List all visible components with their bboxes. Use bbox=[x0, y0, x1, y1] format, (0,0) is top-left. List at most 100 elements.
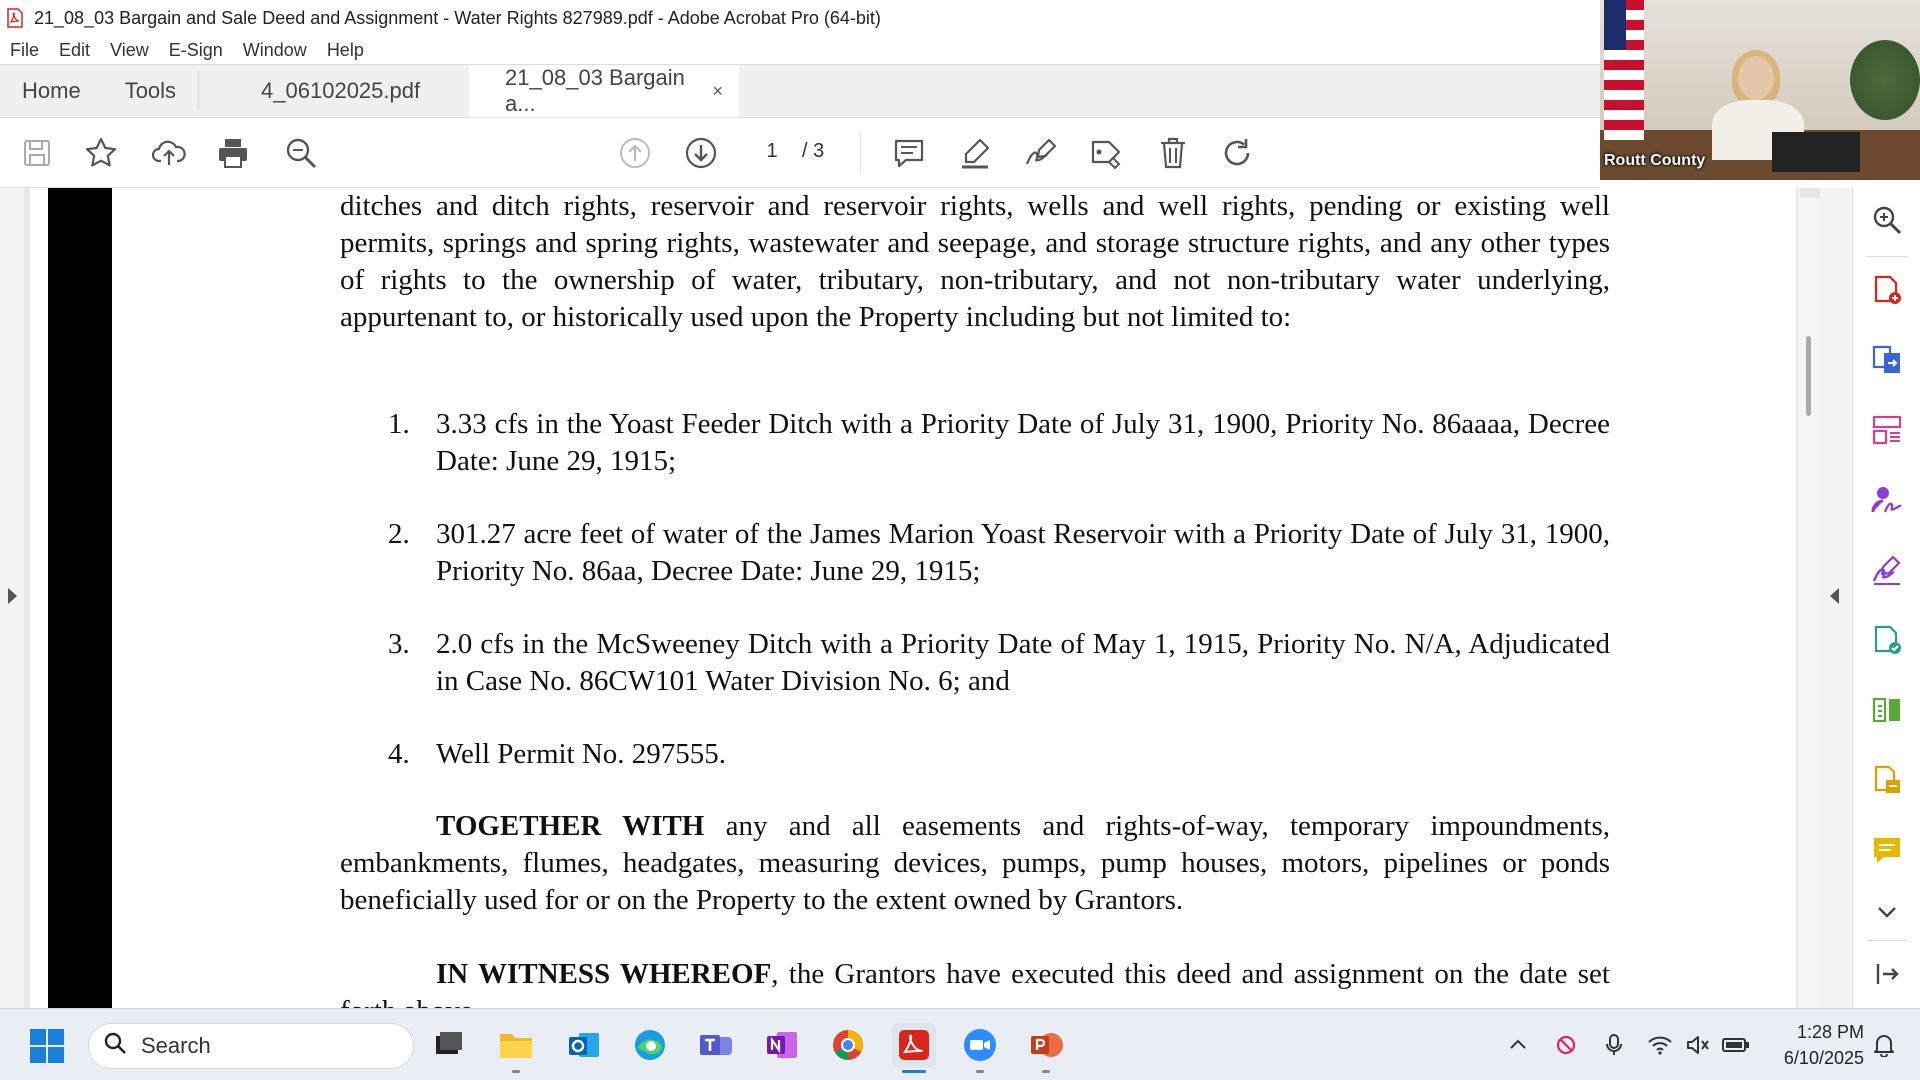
acrobat-window: 21_08_03 Bargain and Sale Deed and Assig… bbox=[0, 0, 1920, 1080]
battery-icon[interactable] bbox=[1722, 1031, 1750, 1059]
person-head bbox=[1738, 56, 1774, 100]
comment-tool-icon[interactable] bbox=[1869, 832, 1905, 868]
flag-union bbox=[1604, 0, 1626, 50]
highlight-pen-icon[interactable] bbox=[956, 134, 994, 172]
previous-page-icon[interactable] bbox=[616, 134, 654, 172]
video-label: Routt County bbox=[1604, 152, 1706, 169]
list-item-number: 2. bbox=[388, 518, 410, 550]
tools-pane bbox=[1852, 188, 1920, 1008]
tools-divider bbox=[1867, 256, 1907, 257]
menu-window[interactable]: Window bbox=[243, 40, 307, 61]
search-icon bbox=[103, 1031, 127, 1061]
redo-rotate-icon[interactable] bbox=[1218, 134, 1256, 172]
list-item-text: 3.33 cfs in the Yoast Feeder Ditch with … bbox=[436, 408, 1610, 477]
show-hidden-icons-chevron-icon[interactable] bbox=[1504, 1031, 1532, 1059]
fill-and-sign-icon[interactable] bbox=[1869, 552, 1905, 588]
chrome-browser-icon[interactable] bbox=[826, 1023, 870, 1067]
notification-icon[interactable] bbox=[1870, 1031, 1898, 1059]
menu-file[interactable]: File bbox=[10, 40, 39, 61]
star-bookmark-icon[interactable] bbox=[82, 134, 120, 172]
trash-icon[interactable] bbox=[1154, 134, 1192, 172]
system-clock[interactable]: 1:28 PM 6/10/2025 bbox=[1768, 1019, 1864, 1071]
video-feed: Routt County bbox=[1600, 0, 1920, 180]
taskview-app-icon[interactable] bbox=[426, 1023, 470, 1067]
powerpoint-icon[interactable] bbox=[1024, 1023, 1068, 1073]
export-pdf-icon[interactable] bbox=[1869, 342, 1905, 378]
menu-help[interactable]: Help bbox=[327, 40, 364, 61]
app-running-indicator bbox=[976, 1070, 984, 1073]
paragraph-witness: IN WITNESS WHEREOF, the Grantors have ex… bbox=[340, 956, 1610, 1008]
edit-pdf-icon[interactable] bbox=[1869, 622, 1905, 658]
app-running-indicator bbox=[1042, 1070, 1050, 1073]
volume-muted-icon[interactable] bbox=[1684, 1031, 1712, 1059]
tools-divider bbox=[1867, 940, 1907, 941]
expand-left-arrow-icon bbox=[8, 588, 17, 604]
together-with-heading: TOGETHER WITH bbox=[436, 810, 705, 842]
acrobat-app-icon[interactable] bbox=[892, 1023, 936, 1073]
clock-date: 6/10/2025 bbox=[1783, 1048, 1864, 1068]
menu-esign[interactable]: E-Sign bbox=[169, 40, 223, 61]
request-signature-icon[interactable] bbox=[1869, 482, 1905, 518]
security-alert-icon[interactable] bbox=[1552, 1031, 1580, 1059]
taskbar-search[interactable]: Search bbox=[88, 1023, 414, 1069]
menu-edit[interactable]: Edit bbox=[59, 40, 90, 61]
next-page-icon[interactable] bbox=[682, 134, 720, 172]
stamp-tag-icon[interactable] bbox=[1088, 134, 1126, 172]
tab-document-2-label: 21_08_03 Bargain a... bbox=[505, 65, 685, 116]
outlook-icon[interactable] bbox=[562, 1023, 606, 1067]
menu-view[interactable]: View bbox=[110, 40, 149, 61]
save-icon[interactable] bbox=[18, 134, 56, 172]
zoom-app-icon[interactable] bbox=[958, 1023, 1002, 1073]
cloud-upload-icon[interactable] bbox=[150, 134, 188, 172]
list-item-text: Well Permit No. 297555. bbox=[436, 738, 727, 770]
microphone-icon[interactable] bbox=[1600, 1031, 1628, 1059]
more-tools-chevron-icon[interactable] bbox=[1869, 894, 1905, 930]
onenote-icon[interactable] bbox=[760, 1023, 804, 1067]
windows-start-icon[interactable] bbox=[30, 1029, 64, 1063]
tab-document-1-label: 4_06102025.pdf bbox=[261, 78, 421, 103]
toolbar-divider bbox=[860, 132, 861, 174]
teams-icon[interactable] bbox=[694, 1023, 738, 1067]
tab-bar: Home Tools 4_06102025.pdf 21_08_03 Barga… bbox=[0, 64, 1600, 118]
list-item-text: 301.27 acre feet of water of the James M… bbox=[436, 518, 1610, 587]
paragraph-intro: ditches and ditch rights, reservoir and … bbox=[340, 190, 1610, 333]
vertical-scrollbar[interactable] bbox=[1798, 188, 1820, 1008]
file-explorer-icon[interactable] bbox=[494, 1023, 538, 1073]
wifi-icon[interactable] bbox=[1646, 1031, 1674, 1059]
combine-files-icon[interactable] bbox=[1869, 762, 1905, 798]
close-tab-icon[interactable]: × bbox=[713, 81, 724, 102]
create-pdf-icon[interactable] bbox=[1869, 272, 1905, 308]
witness-heading: IN WITNESS WHEREOF bbox=[436, 958, 772, 990]
print-icon[interactable] bbox=[214, 134, 252, 172]
plant-image bbox=[1850, 40, 1920, 120]
tab-tools[interactable]: Tools bbox=[103, 65, 198, 117]
tab-home[interactable]: Home bbox=[0, 65, 103, 117]
paragraph-together-with: TOGETHER WITH any and all easements and … bbox=[340, 808, 1610, 919]
search-label: Search bbox=[141, 1033, 211, 1058]
toolbar: 1 / 3 bbox=[0, 118, 1600, 188]
redaction-bar bbox=[48, 188, 112, 1008]
tab-document-2[interactable]: 21_08_03 Bargain a... × bbox=[469, 65, 740, 117]
pdf-page: ditches and ditch rights, reservoir and … bbox=[30, 188, 1796, 1008]
left-panel-toggle[interactable] bbox=[0, 188, 26, 1008]
zoom-in-icon[interactable] bbox=[1869, 202, 1905, 238]
sign-pen-icon[interactable] bbox=[1022, 134, 1060, 172]
title-bar: 21_08_03 Bargain and Sale Deed and Assig… bbox=[0, 0, 1600, 36]
menu-bar: File Edit View E-Sign Window Help bbox=[0, 36, 1600, 64]
list-item-number: 3. bbox=[388, 628, 410, 660]
organize-pages-icon[interactable] bbox=[1869, 412, 1905, 448]
comment-icon[interactable] bbox=[890, 134, 928, 172]
tab-document-1[interactable]: 4_06102025.pdf bbox=[199, 65, 469, 117]
zoom-search-icon[interactable] bbox=[282, 134, 320, 172]
edge-browser-icon[interactable] bbox=[628, 1023, 672, 1067]
pdf-file-icon bbox=[6, 7, 24, 29]
compare-files-icon[interactable] bbox=[1869, 692, 1905, 728]
collapse-pane-icon[interactable] bbox=[1869, 956, 1905, 992]
scrollbar-thumb[interactable] bbox=[1806, 336, 1811, 416]
right-panel-toggle[interactable] bbox=[1820, 188, 1852, 1008]
page-number-input[interactable]: 1 bbox=[752, 140, 792, 163]
collapse-right-arrow-icon bbox=[1830, 588, 1839, 604]
clock-time: 1:28 PM bbox=[1796, 1022, 1864, 1042]
list-item-number: 1. bbox=[388, 408, 410, 440]
list-item-text: 2.0 cfs in the McSweeney Ditch with a Pr… bbox=[436, 628, 1610, 697]
